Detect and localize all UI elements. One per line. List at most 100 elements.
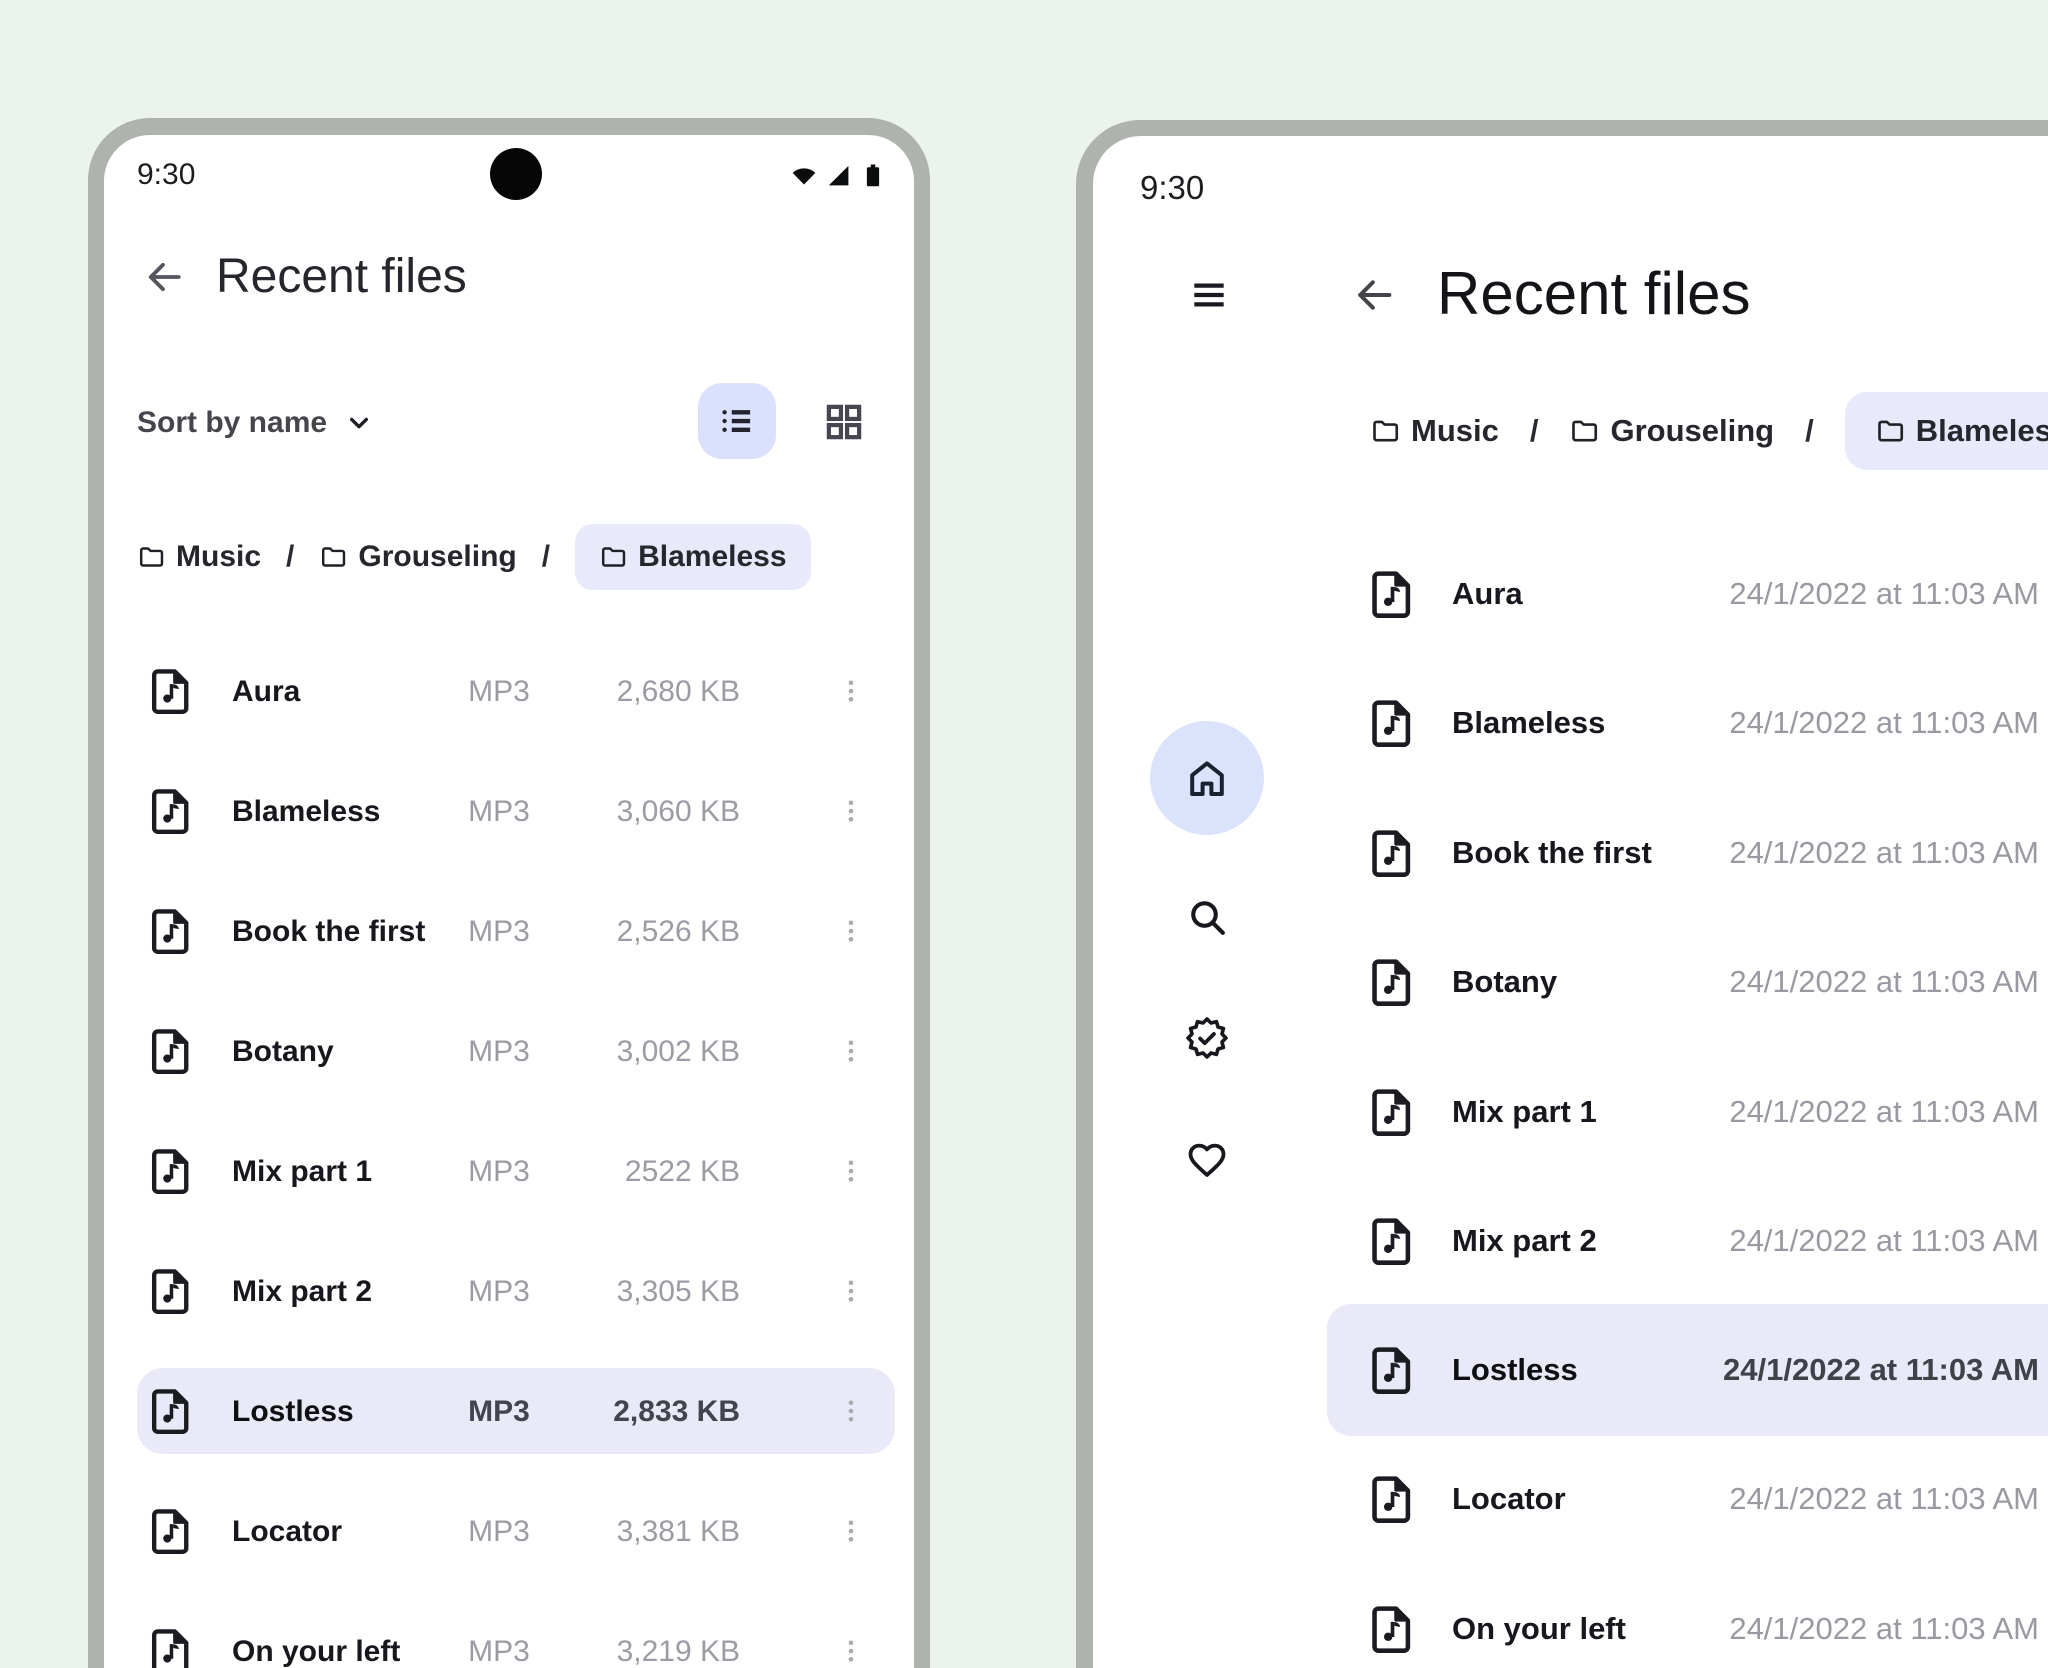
rail-item-verified[interactable] [1184,1015,1230,1061]
file-name: On your left [1452,1611,1626,1646]
breadcrumb-label: Blameless [638,540,787,573]
file-type: MP3 [468,795,530,828]
breadcrumb-item-music[interactable]: Music [137,540,261,574]
file-modified-date: 24/1/2022 at 11:03 AM [1729,1223,2039,1258]
file-row[interactable]: On your left 24/1/2022 at 11:03 AM [1327,1563,2048,1668]
file-row[interactable]: Aura 24/1/2022 at 11:03 AM [1327,528,2048,660]
page-title: Recent files [1437,260,1751,327]
file-row[interactable]: Locator MP3 3,381 KB [137,1488,895,1574]
more-options-button[interactable] [829,1509,873,1553]
more-options-button[interactable] [829,1629,873,1668]
file-row[interactable]: Blameless 24/1/2022 at 11:03 AM [1327,657,2048,789]
file-row-selected[interactable]: Lostless 24/1/2022 at 11:03 AM [1327,1304,2048,1436]
breadcrumb-item-grouseling[interactable]: Grouseling [319,540,517,574]
grid-view-icon [821,399,867,445]
kebab-menu-icon [836,916,866,946]
heart-icon [1184,1137,1230,1183]
file-size: 3,002 KB [616,1035,740,1068]
audio-file-icon [145,906,195,956]
breadcrumb-separator: / [286,540,295,573]
rail-item-search[interactable] [1184,894,1230,940]
breadcrumb-label: Music [1411,413,1499,448]
file-name: Aura [232,675,301,708]
audio-file-icon [145,1626,195,1668]
menu-button[interactable] [1187,273,1231,317]
audio-file-icon [1365,697,1417,749]
rail-item-home-selected[interactable] [1150,721,1264,835]
file-row[interactable]: On your left MP3 3,219 KB [137,1608,895,1668]
back-arrow-icon [142,255,186,299]
file-name: Book the first [232,915,426,948]
breadcrumb-label: Music [176,540,262,573]
file-row[interactable]: Blameless MP3 3,060 KB [137,768,895,854]
more-options-button[interactable] [829,909,873,953]
sort-menu-button[interactable]: Sort by name [137,405,375,441]
folder-icon [137,543,165,571]
more-options-button[interactable] [829,1389,873,1433]
list-view-button[interactable] [698,383,776,459]
file-row[interactable]: Mix part 2 24/1/2022 at 11:03 AM [1327,1175,2048,1307]
list-view-icon [716,400,758,442]
file-row[interactable]: Botany MP3 3,002 KB [137,1008,895,1094]
file-row[interactable]: Book the first 24/1/2022 at 11:03 AM [1327,787,2048,919]
cellular-icon [824,161,853,190]
breadcrumb-item-blameless-active[interactable]: Blameless [1844,392,2048,470]
audio-file-icon [1365,827,1417,879]
file-modified-date: 24/1/2022 at 11:03 AM [1729,1611,2039,1646]
kebab-menu-icon [836,676,866,706]
audio-file-icon [145,786,195,836]
phone-left-screen: 9:30 Recent files Sort by name Music / G… [104,135,914,1668]
more-options-button[interactable] [829,1269,873,1313]
file-row[interactable]: Mix part 1 MP3 2522 KB [137,1128,895,1214]
file-row[interactable]: Mix part 1 24/1/2022 at 11:03 AM [1327,1046,2048,1178]
file-name: Blameless [232,795,381,828]
file-modified-date: 24/1/2022 at 11:03 AM [1729,835,2039,870]
file-row[interactable]: Aura MP3 2,680 KB [137,648,895,734]
grid-view-button[interactable] [821,399,867,445]
file-row[interactable]: Mix part 2 MP3 3,305 KB [137,1248,895,1334]
audio-file-icon [145,1026,195,1076]
folder-icon [1569,416,1599,446]
kebab-menu-icon [836,1396,866,1426]
verified-icon [1184,1015,1230,1061]
breadcrumb-separator: / [1529,413,1539,448]
file-name: Mix part 1 [1452,1094,1597,1129]
file-row[interactable]: Locator 24/1/2022 at 11:03 AM [1327,1433,2048,1565]
back-button[interactable] [1351,272,1397,318]
breadcrumb: Music / Grouseling / Blameless [1370,392,2048,470]
file-name: Lostless [232,1395,354,1428]
file-type: MP3 [468,1635,530,1668]
kebab-menu-icon [836,1036,866,1066]
breadcrumb-item-music[interactable]: Music [1370,413,1499,449]
more-options-button[interactable] [829,789,873,833]
kebab-menu-icon [836,1276,866,1306]
phone-frame-right: 9:30 Recent files Music / Grouseling / B… [1076,120,2048,1668]
breadcrumb-label: Blameless [1915,413,2048,448]
kebab-menu-icon [836,1156,866,1186]
file-name: Botany [232,1035,334,1068]
more-options-button[interactable] [829,1029,873,1073]
file-name: Locator [232,1515,343,1548]
breadcrumb-separator: / [1805,413,1814,448]
file-type: MP3 [468,1395,530,1428]
file-size: 2,680 KB [616,675,740,708]
breadcrumb-separator: / [541,540,551,573]
rail-item-favorites[interactable] [1184,1137,1230,1183]
file-row[interactable]: Book the first MP3 2,526 KB [137,888,895,974]
audio-file-icon [1365,1603,1417,1655]
file-row-selected[interactable]: Lostless MP3 2,833 KB [137,1368,895,1454]
more-options-button[interactable] [829,669,873,713]
more-options-button[interactable] [829,1149,873,1193]
audio-file-icon [1365,568,1417,620]
breadcrumb-item-blameless-active[interactable]: Blameless [575,524,811,590]
file-modified-date: 24/1/2022 at 11:03 AM [1729,576,2039,611]
back-button[interactable] [142,255,186,299]
breadcrumb-item-grouseling[interactable]: Grouseling [1569,413,1774,449]
folder-icon [599,543,627,571]
audio-file-icon [1365,1086,1417,1138]
file-row[interactable]: Botany 24/1/2022 at 11:03 AM [1327,916,2048,1048]
file-size: 2,526 KB [616,915,740,948]
folder-icon [319,543,347,571]
audio-file-icon [145,1266,195,1316]
file-name: On your left [232,1635,401,1668]
